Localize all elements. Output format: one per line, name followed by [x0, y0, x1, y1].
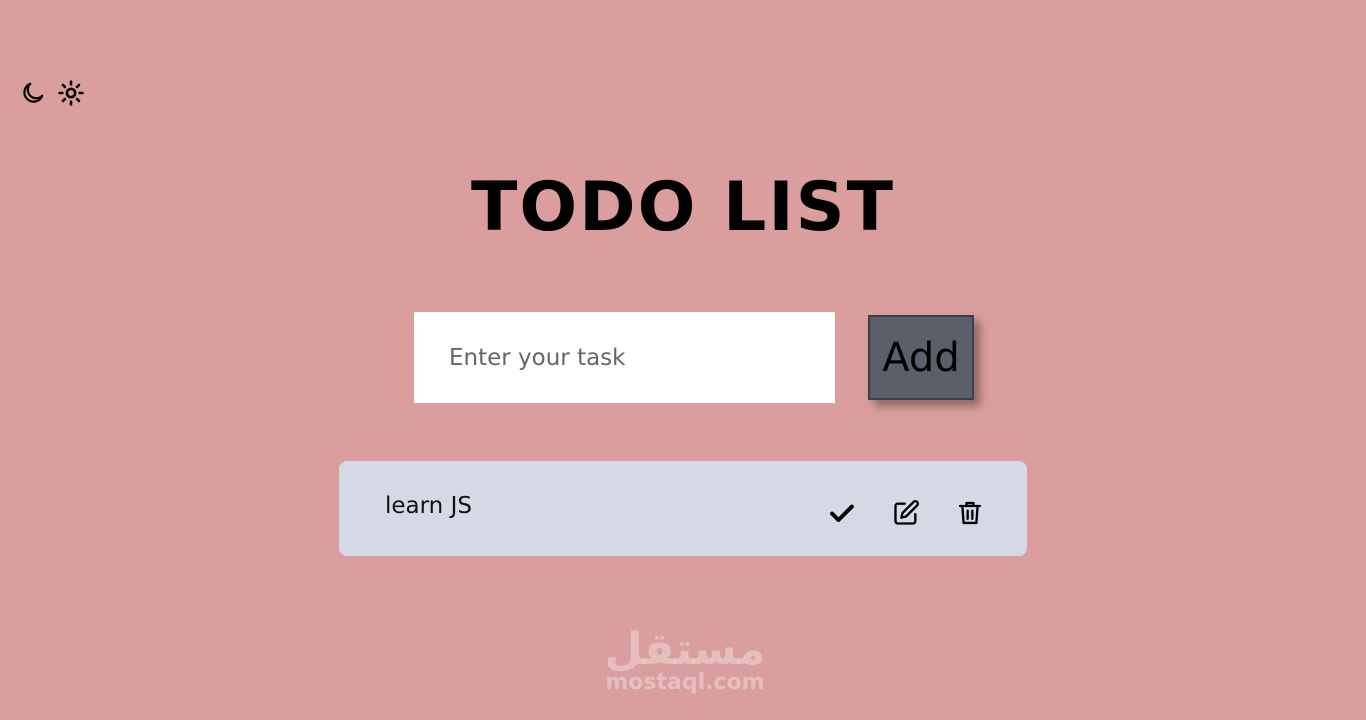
task-text: learn JS: [385, 493, 472, 519]
add-task-button[interactable]: Add: [868, 315, 974, 400]
watermark-arabic: مستقل: [604, 624, 766, 675]
page-title: TODO LIST: [470, 168, 896, 247]
task-list: learn JS: [339, 461, 1027, 556]
watermark-latin: mostaql.com: [605, 670, 765, 695]
watermark: مستقل mostaql.com: [600, 628, 770, 694]
task-item: learn JS: [339, 461, 1027, 556]
sun-icon[interactable]: [58, 80, 84, 106]
task-actions: [828, 499, 984, 527]
task-input[interactable]: [414, 312, 835, 403]
moon-icon[interactable]: [20, 80, 46, 106]
theme-toggle: [20, 80, 84, 106]
edit-icon[interactable]: [892, 499, 920, 527]
check-icon[interactable]: [828, 499, 856, 527]
trash-icon[interactable]: [956, 499, 984, 527]
